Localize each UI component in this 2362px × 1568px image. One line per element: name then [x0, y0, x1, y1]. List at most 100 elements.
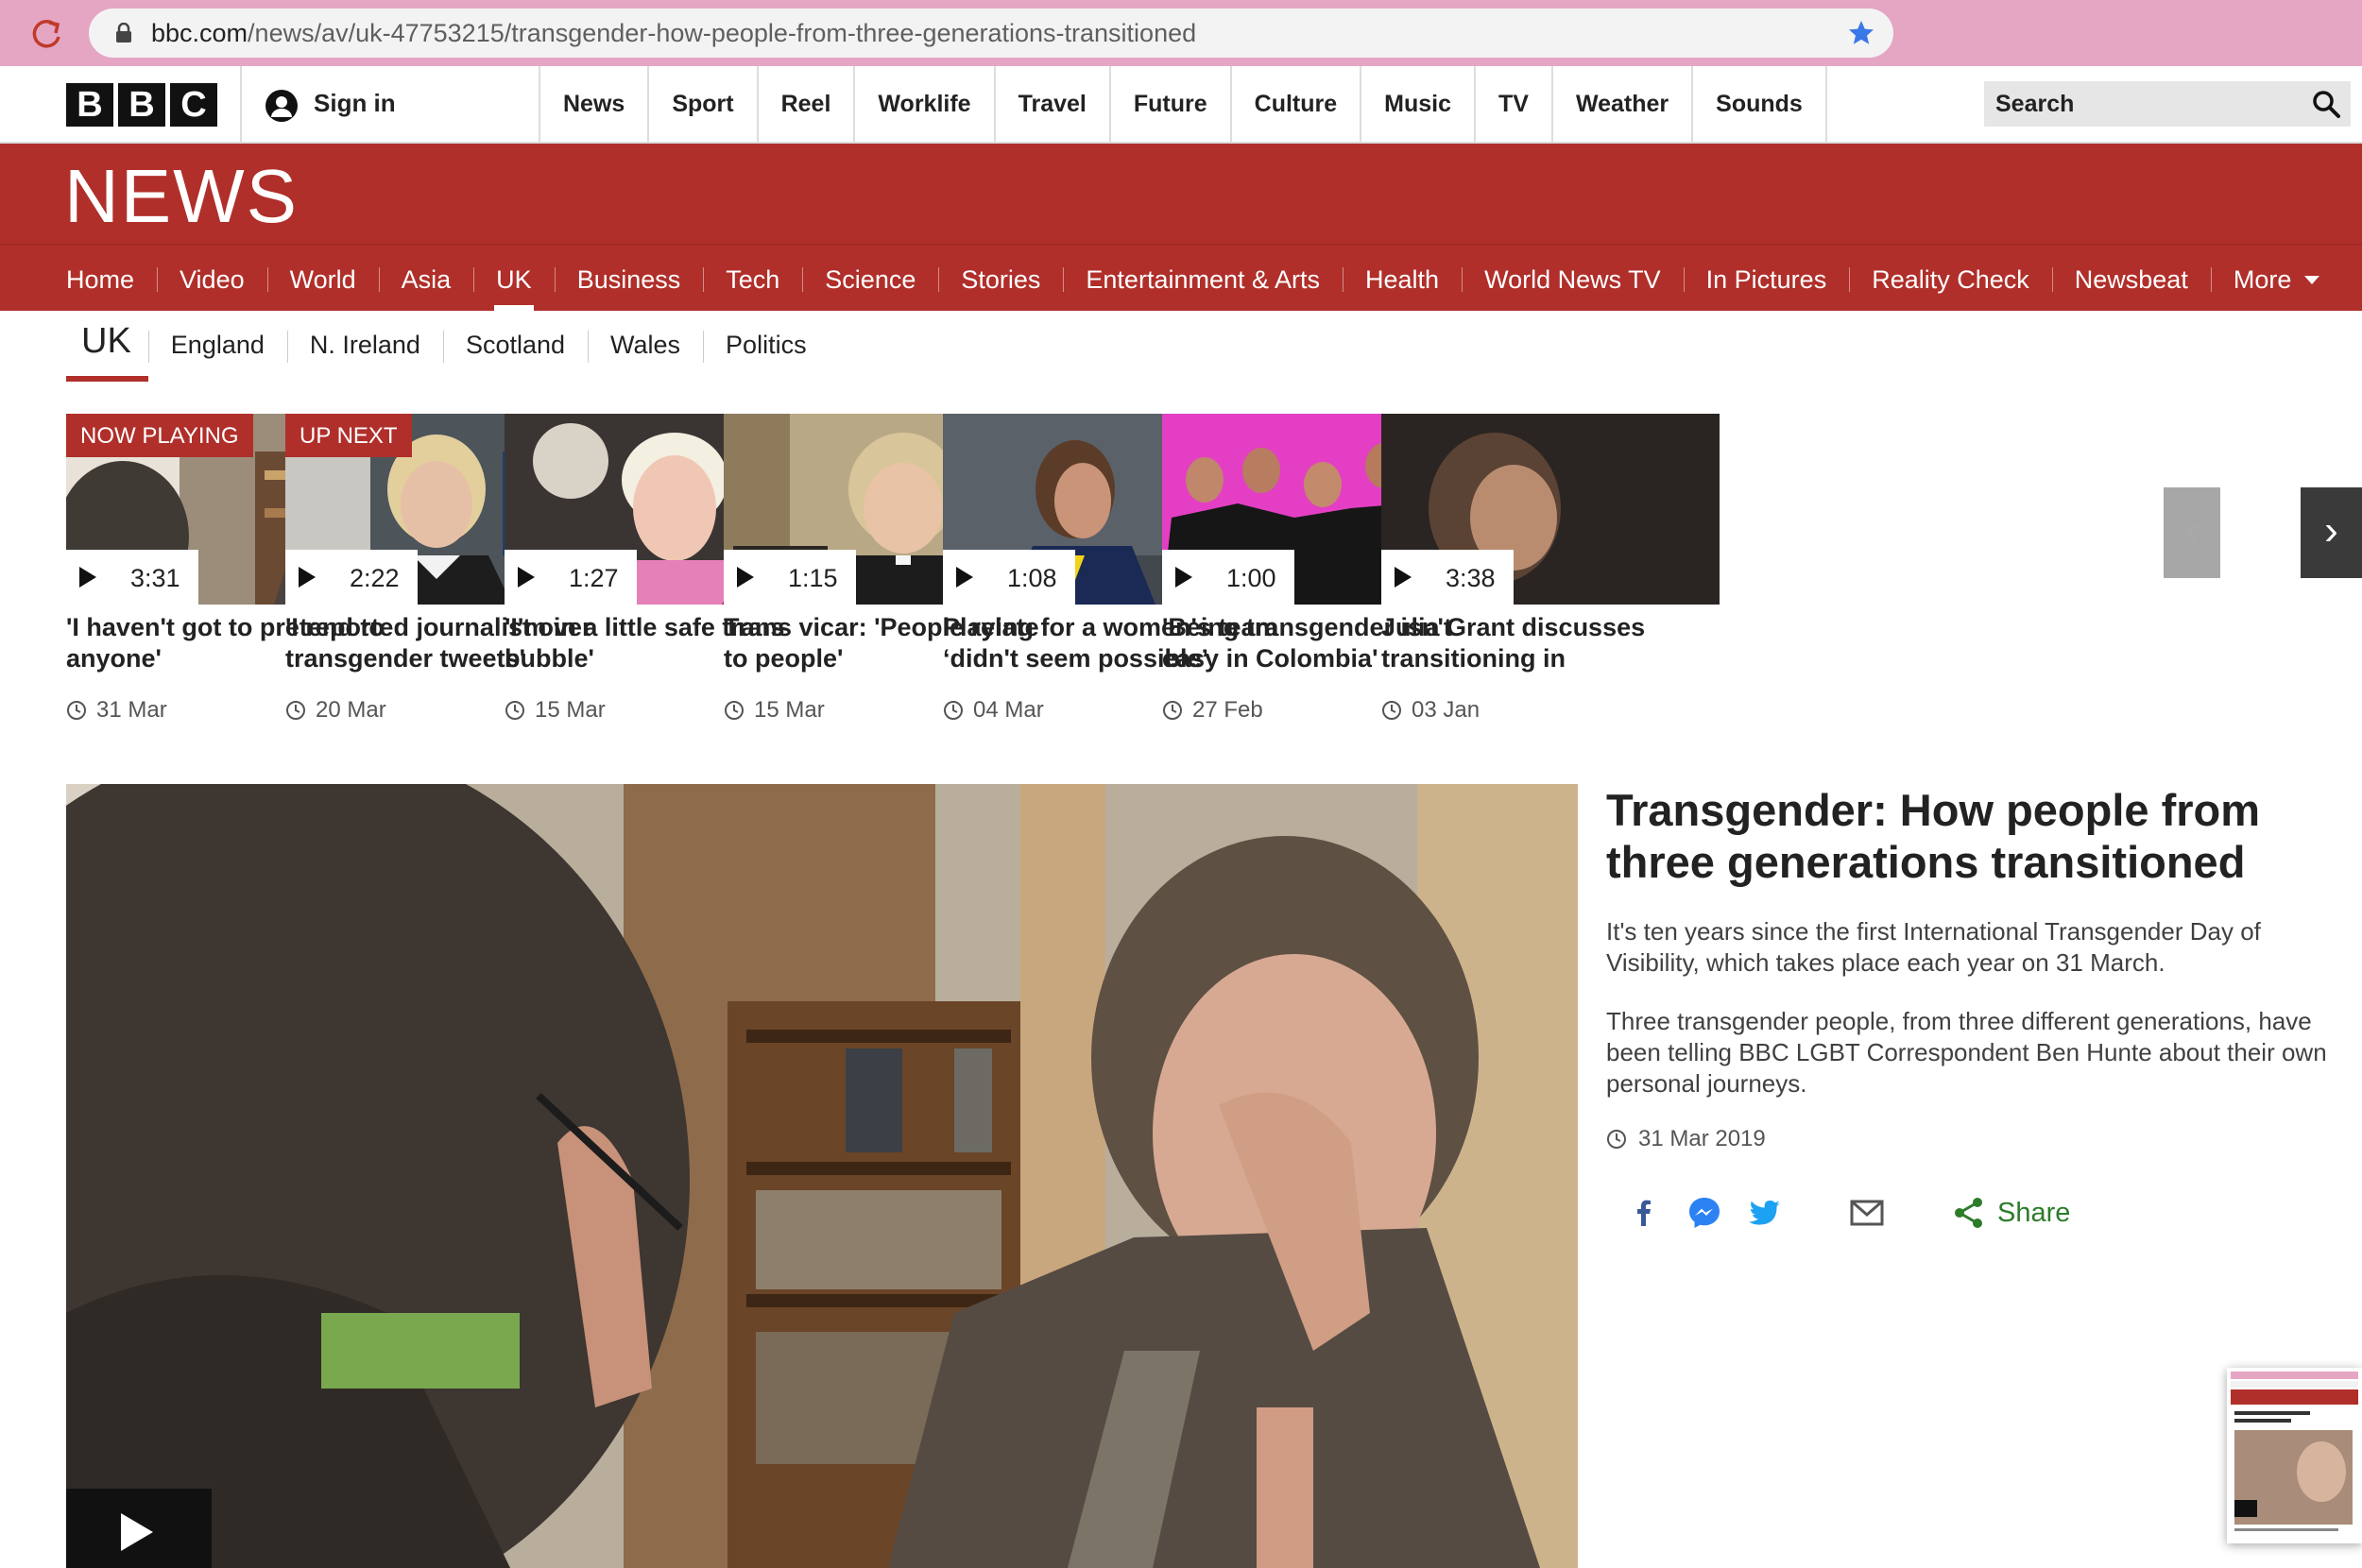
play-icon	[737, 567, 754, 588]
play-icon	[79, 567, 96, 588]
duration-tag: 1:15	[724, 550, 856, 605]
clock-icon	[286, 701, 305, 720]
email-icon[interactable]	[1848, 1194, 1886, 1232]
main-video-player[interactable]	[66, 784, 1578, 1568]
video-duration: 1:27	[569, 564, 619, 592]
address-bar[interactable]: bbc.com/news/av/uk-47753215/transgender-…	[89, 9, 1893, 58]
top-nav-sport[interactable]: Sport	[649, 66, 759, 142]
bbc-logo[interactable]: B B C	[66, 83, 217, 127]
clock-icon	[944, 701, 963, 720]
subnav-england[interactable]: England	[147, 312, 287, 378]
nav-asia[interactable]: Asia	[378, 245, 474, 311]
search-box	[1984, 81, 2351, 127]
chevron-right-icon: ›	[2324, 507, 2338, 554]
nav-in-pictures[interactable]: In Pictures	[1683, 245, 1850, 311]
preview-image	[2227, 1368, 2362, 1543]
video-date-text: 03 Jan	[1412, 697, 1481, 723]
play-icon	[956, 567, 973, 588]
video-date: 20 Mar	[285, 697, 386, 724]
video-date: 27 Feb	[1162, 697, 1263, 724]
story-paragraph: Three transgender people, from three dif…	[1606, 1007, 2327, 1098]
nav-tech[interactable]: Tech	[703, 245, 802, 311]
video-date-text: 04 Mar	[973, 697, 1044, 723]
screenshot-preview-thumbnail[interactable]	[2227, 1368, 2362, 1543]
nav-world-news-tv[interactable]: World News TV	[1462, 245, 1684, 311]
nav-science[interactable]: Science	[802, 245, 938, 311]
nav-entertainment-arts[interactable]: Entertainment & Arts	[1063, 245, 1343, 311]
messenger-icon[interactable]	[1686, 1194, 1723, 1232]
story-date: 31 Mar 2019	[1606, 1126, 2353, 1152]
top-nav-reel[interactable]: Reel	[759, 66, 856, 142]
video-date-text: 15 Mar	[535, 697, 606, 723]
duration-tag: 3:38	[1381, 550, 1514, 605]
nav-more-label: More	[2233, 265, 2292, 294]
top-nav-weather[interactable]: Weather	[1553, 66, 1694, 142]
nav-home[interactable]: Home	[43, 245, 157, 311]
story-panel: Transgender: How people from three gener…	[1606, 784, 2353, 1232]
play-icon	[518, 567, 535, 588]
chevron-left-icon: ‹	[2184, 507, 2199, 554]
share-label[interactable]: Share	[1997, 1198, 2070, 1229]
top-nav-culture[interactable]: Culture	[1232, 66, 1362, 142]
play-button[interactable]	[66, 1489, 212, 1568]
top-nav-worklife[interactable]: Worklife	[855, 66, 996, 142]
video-thumbnail[interactable]: 3:38	[1381, 414, 1720, 605]
sign-in-label: Sign in	[314, 89, 396, 117]
nav-video[interactable]: Video	[157, 245, 267, 311]
sub-nav: UK England N. Ireland Scotland Wales Pol…	[66, 312, 830, 382]
account-icon	[265, 90, 298, 122]
main-nav: Home Video World Asia UK Business Tech S…	[0, 244, 2362, 311]
nav-uk[interactable]: UK	[473, 245, 555, 311]
carousel-next-button[interactable]: ›	[2301, 487, 2362, 578]
subnav-wales[interactable]: Wales	[588, 312, 703, 378]
top-nav-travel[interactable]: Travel	[996, 66, 1111, 142]
top-nav-news[interactable]: News	[540, 66, 650, 142]
clock-icon	[725, 701, 744, 720]
nav-newsbeat[interactable]: Newsbeat	[2051, 245, 2211, 311]
subnav-politics[interactable]: Politics	[703, 312, 830, 378]
top-nav-future[interactable]: Future	[1111, 66, 1232, 142]
facebook-icon[interactable]	[1625, 1194, 1663, 1232]
up-next-badge: UP NEXT	[285, 414, 412, 457]
nav-stories[interactable]: Stories	[938, 245, 1063, 311]
video-duration: 1:08	[1007, 564, 1057, 592]
bookmark-star-icon[interactable]	[1846, 18, 1876, 48]
subnav-scotland[interactable]: Scotland	[442, 312, 588, 378]
video-playlist: NOW PLAYING 3:31 'I haven't got to prete…	[66, 414, 2362, 735]
play-icon	[1395, 567, 1412, 588]
nav-health[interactable]: Health	[1343, 245, 1462, 311]
playlist-card[interactable]: 3:38 Julia Grant discusses transitioning…	[1381, 414, 1720, 723]
clock-icon	[67, 701, 86, 720]
share-tools: Share	[1606, 1194, 2353, 1232]
video-duration: 1:00	[1226, 564, 1276, 592]
sign-in-button[interactable]: Sign in	[240, 66, 540, 142]
top-nav-tv[interactable]: TV	[1476, 66, 1553, 142]
video-date-text: 31 Mar	[96, 697, 167, 723]
top-nav-sounds[interactable]: Sounds	[1693, 66, 1827, 142]
nav-world[interactable]: World	[266, 245, 379, 311]
reload-icon[interactable]	[26, 13, 68, 55]
lock-icon	[116, 23, 131, 43]
video-date: 03 Jan	[1381, 697, 1480, 724]
nav-more[interactable]: More	[2210, 245, 2343, 311]
clock-icon	[505, 701, 524, 720]
bbc-top-bar: B B C Sign in News Sport Reel Worklife T…	[0, 66, 2362, 144]
news-title[interactable]: NEWS	[64, 153, 299, 240]
play-icon	[1175, 567, 1192, 588]
nav-business[interactable]: Business	[554, 245, 704, 311]
share-icon[interactable]	[1950, 1194, 1988, 1232]
video-duration: 1:15	[788, 564, 838, 592]
video-date-text: 20 Mar	[316, 697, 386, 723]
now-playing-badge: NOW PLAYING	[66, 414, 253, 457]
twitter-icon[interactable]	[1746, 1194, 1784, 1232]
video-title[interactable]: Julia Grant discusses transitioning in	[1381, 612, 1720, 674]
logo-letter: C	[170, 83, 217, 127]
duration-tag: 3:31	[66, 550, 198, 605]
search-input[interactable]	[1984, 81, 2296, 127]
subnav-n-ireland[interactable]: N. Ireland	[286, 312, 443, 378]
top-nav: News Sport Reel Worklife Travel Future C…	[540, 66, 1827, 142]
nav-reality-check[interactable]: Reality Check	[1849, 245, 2052, 311]
top-nav-music[interactable]: Music	[1361, 66, 1476, 142]
carousel-prev-button[interactable]: ‹	[2164, 487, 2220, 578]
search-icon[interactable]	[2311, 89, 2341, 119]
